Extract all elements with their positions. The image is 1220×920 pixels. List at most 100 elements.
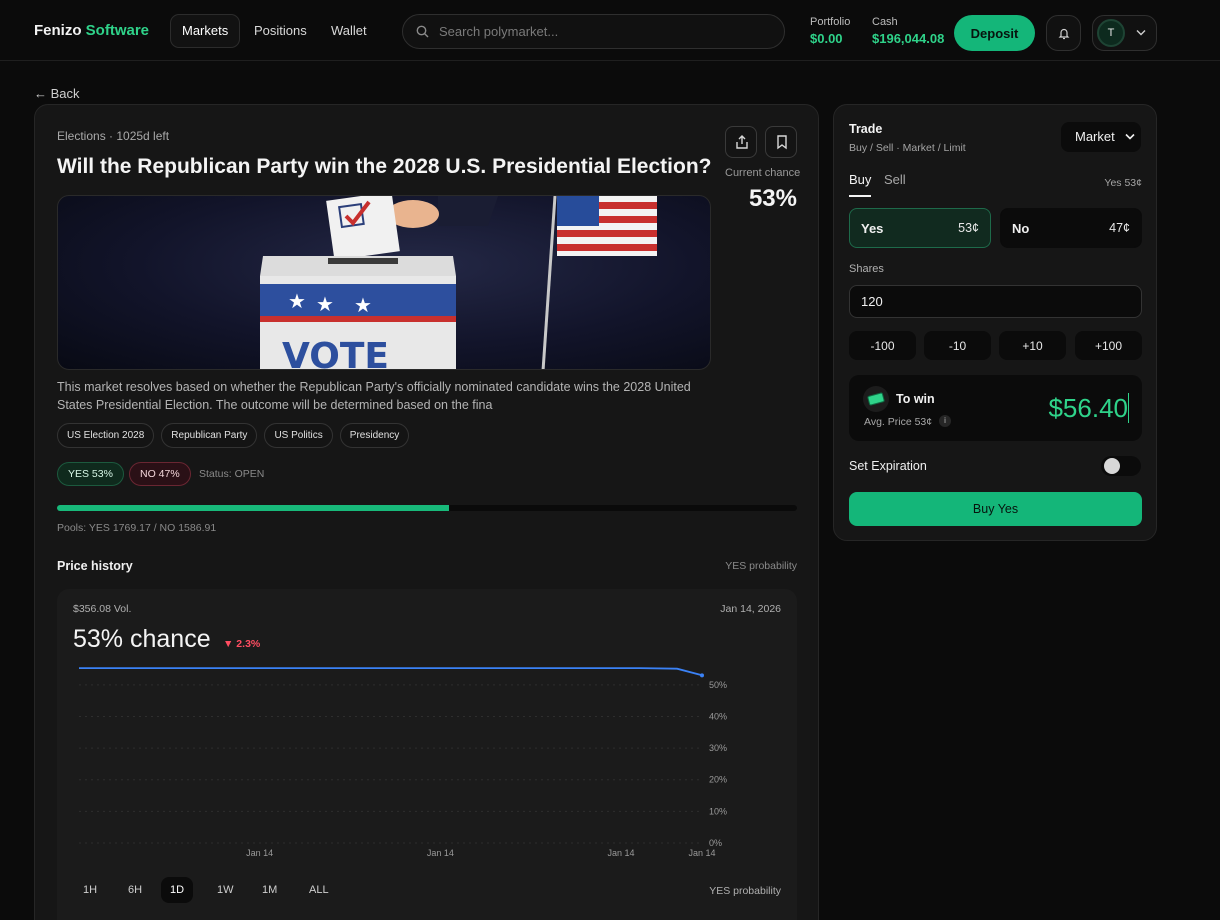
no-odds-badge: NO 47% <box>129 462 191 486</box>
svg-text:★: ★ <box>354 293 372 317</box>
portfolio-stat: Portfolio $0.00 <box>810 16 850 46</box>
price-chart: 50%40%30%20%10%0%Jan 14 Jan 14 Jan 14 Jan 1… <box>79 667 727 858</box>
buy-yes-button[interactable]: Buy Yes <box>849 492 1142 526</box>
chance-headline: 53% chance <box>73 625 211 653</box>
search-bar[interactable] <box>402 14 785 49</box>
x-tick-label: Jan 14 <box>688 848 715 858</box>
search-input[interactable] <box>439 15 769 48</box>
price-history-title: Price history <box>57 559 133 573</box>
price-chart-panel: $356.08 Vol. Jan 14, 2026 53% chance ▼ 2… <box>57 589 797 920</box>
price-history-caption: YES probability <box>725 560 797 572</box>
step-plus-10-button[interactable]: +10 <box>999 331 1066 360</box>
x-tick-label: Jan 14 <box>246 848 273 858</box>
text-caret <box>1128 393 1129 423</box>
status-text: Status: OPEN <box>199 468 265 480</box>
shares-label: Shares <box>849 263 884 275</box>
yes-probability-line <box>79 667 703 677</box>
avatar: T <box>1097 19 1125 47</box>
tag[interactable]: Presidency <box>339 423 410 448</box>
outcome-yes-label: Yes <box>861 221 884 236</box>
share-icon <box>736 135 748 149</box>
tab-sell[interactable]: Sell <box>884 172 906 187</box>
to-win-amount: $56.40 <box>1048 393 1128 423</box>
timeframe-1w[interactable]: 1W <box>208 877 243 903</box>
outcome-no-label: No <box>1012 221 1030 236</box>
nav-positions[interactable]: Positions <box>243 14 318 48</box>
brand-name: Fenizo <box>34 22 82 39</box>
order-type-select[interactable]: Market <box>1061 122 1141 152</box>
last-point <box>700 673 704 678</box>
market-description: This market resolves based on whether th… <box>57 380 691 412</box>
tag[interactable]: US Election 2028 <box>57 423 155 448</box>
toggle-knob <box>1104 458 1120 474</box>
cash-label: Cash <box>872 16 898 28</box>
brand-logo[interactable]: Fenizo Software <box>34 22 149 39</box>
x-tick-label: Jan 14 <box>427 848 454 858</box>
bell-icon <box>1058 28 1070 40</box>
step-plus-100-button[interactable]: +100 <box>1075 331 1142 360</box>
timeframe-1d[interactable]: 1D <box>161 877 194 903</box>
outcome-yes-button[interactable]: Yes 53¢ <box>849 208 991 248</box>
current-chance-value: 53% <box>748 185 797 212</box>
to-win-label: To win <box>896 392 935 406</box>
expiration-toggle[interactable] <box>1101 456 1141 476</box>
search-icon <box>416 25 429 38</box>
timeframe-1m[interactable]: 1M <box>253 877 286 903</box>
avg-price-text: Avg. Price 53¢ <box>864 416 933 428</box>
tab-underline <box>849 195 871 197</box>
notifications-button[interactable] <box>1046 15 1081 51</box>
y-tick-label: 10% <box>709 806 727 816</box>
cash-stat: Cash $196,044.08 <box>872 16 944 46</box>
bookmark-icon <box>777 135 787 150</box>
outcome-yes-price: 53¢ <box>958 221 979 235</box>
volume-text: $356.08 Vol. <box>73 603 132 615</box>
tag[interactable]: Republican Party <box>161 423 258 448</box>
nav-markets[interactable]: Markets <box>170 14 241 48</box>
market-image: ★ ★ ★ VOTE <box>57 195 711 370</box>
chance-delta: ▼ 2.3% <box>223 638 261 650</box>
y-tick-label: 40% <box>709 711 727 721</box>
svg-text:★: ★ <box>288 289 306 313</box>
tag[interactable]: US Politics <box>264 423 333 448</box>
pool-progress-fill <box>57 505 450 511</box>
brand-accent: Software <box>85 22 150 39</box>
back-link[interactable]: ← Back <box>34 86 80 101</box>
y-tick-label: 0% <box>709 838 722 848</box>
portfolio-value: $0.00 <box>810 31 843 46</box>
timeframe-1h[interactable]: 1H <box>74 877 106 903</box>
chevron-down-icon <box>1125 133 1135 140</box>
tab-buy[interactable]: Buy <box>849 172 871 187</box>
info-icon[interactable]: i <box>939 415 951 427</box>
deposit-button[interactable]: Deposit <box>954 15 1035 51</box>
chevron-down-icon <box>1136 30 1146 36</box>
yes-price-label: Yes 53¢ <box>1104 177 1142 189</box>
shares-input[interactable] <box>849 285 1142 318</box>
order-type-value: Market <box>1075 129 1115 144</box>
profile-menu[interactable]: T <box>1092 15 1157 51</box>
step-minus-10-button[interactable]: -10 <box>924 331 991 360</box>
step-minus-100-button[interactable]: -100 <box>849 331 916 360</box>
tag-list: US Election 2028 Republican Party US Pol… <box>57 423 410 448</box>
market-meta: Elections · 1025d left <box>57 129 170 143</box>
yes-odds-badge: YES 53% <box>57 462 124 486</box>
bookmark-button[interactable] <box>765 126 797 158</box>
timeframe-all[interactable]: ALL <box>300 877 338 903</box>
timeframe-6h[interactable]: 6H <box>119 877 151 903</box>
market-title: Will the Republican Party win the 2028 U… <box>57 155 712 178</box>
top-bar: Fenizo Software Markets Positions Wallet… <box>0 2 1220 61</box>
y-tick-label: 50% <box>709 680 727 690</box>
trade-subtitle: Buy / Sell · Market / Limit <box>849 142 966 154</box>
svg-text:★: ★ <box>316 292 334 316</box>
outcome-no-button[interactable]: No 47¢ <box>1000 208 1142 248</box>
set-expiration-label: Set Expiration <box>849 459 927 473</box>
pools-text: Pools: YES 1769.17 / NO 1586.91 <box>57 522 217 534</box>
nav-wallet[interactable]: Wallet <box>320 14 378 48</box>
trade-title: Trade <box>849 122 883 136</box>
to-win-box: To win Avg. Price 53¢ i $56.40 <box>849 375 1142 441</box>
outcome-no-price: 47¢ <box>1109 221 1130 235</box>
share-button[interactable] <box>725 126 757 158</box>
vote-text: VOTE <box>282 336 389 370</box>
cash-icon <box>863 386 889 412</box>
pool-progress-bar <box>57 505 797 511</box>
chart-footer-caption: YES probability <box>709 885 781 897</box>
